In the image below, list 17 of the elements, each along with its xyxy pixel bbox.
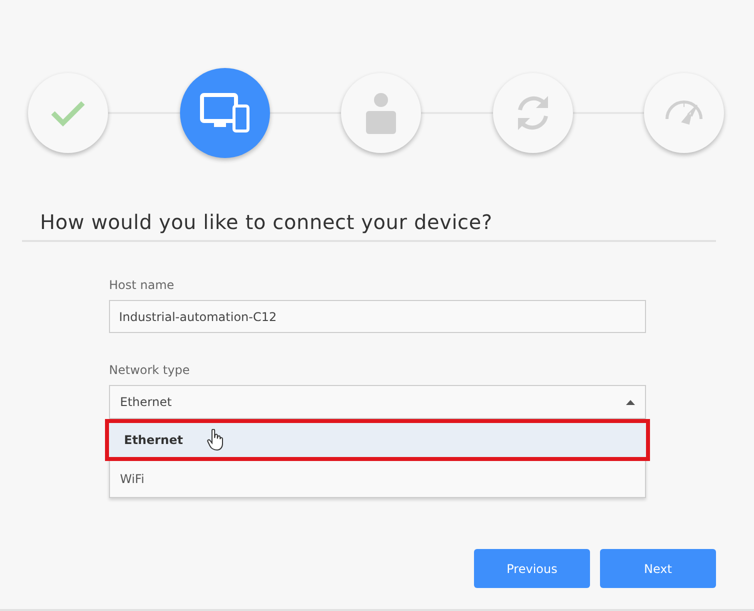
dropdown-option[interactable]: Ethernet	[105, 419, 650, 461]
person-icon	[365, 92, 397, 134]
host-name-field[interactable]: Industrial-automation-C12	[109, 300, 646, 333]
devices-icon	[200, 93, 250, 133]
step-circle[interactable]	[644, 73, 724, 153]
network-type-dropdown[interactable]: Ethernet	[109, 385, 646, 419]
step-circle[interactable]	[492, 73, 572, 153]
hand-cursor-icon	[206, 429, 223, 451]
field-label: Host name	[109, 278, 174, 292]
step-circle[interactable]	[341, 73, 421, 153]
check-icon	[50, 99, 86, 127]
dropdown-option[interactable]: WiFi	[110, 461, 645, 497]
step-circle[interactable]	[180, 68, 270, 158]
step-circle[interactable]	[28, 73, 108, 153]
field-label: Network type	[109, 363, 190, 377]
caret-icon	[626, 400, 635, 404]
page-heading: How would you like to connect your device?	[40, 210, 492, 234]
